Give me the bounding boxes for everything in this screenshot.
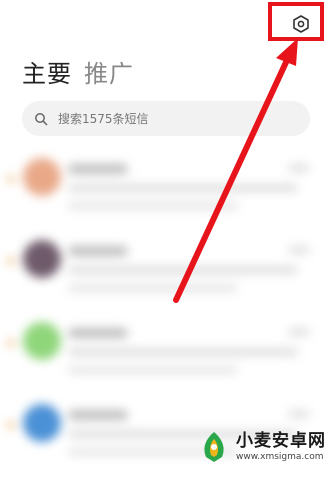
watermark-url: www.xmsigma.com <box>236 452 324 462</box>
annotation-arrow <box>173 38 298 303</box>
watermark-logo-icon <box>204 432 224 462</box>
watermark-title: 小麦安卓网 <box>236 431 326 451</box>
watermark: 小麦安卓网 www.xmsigma.com <box>196 425 332 469</box>
